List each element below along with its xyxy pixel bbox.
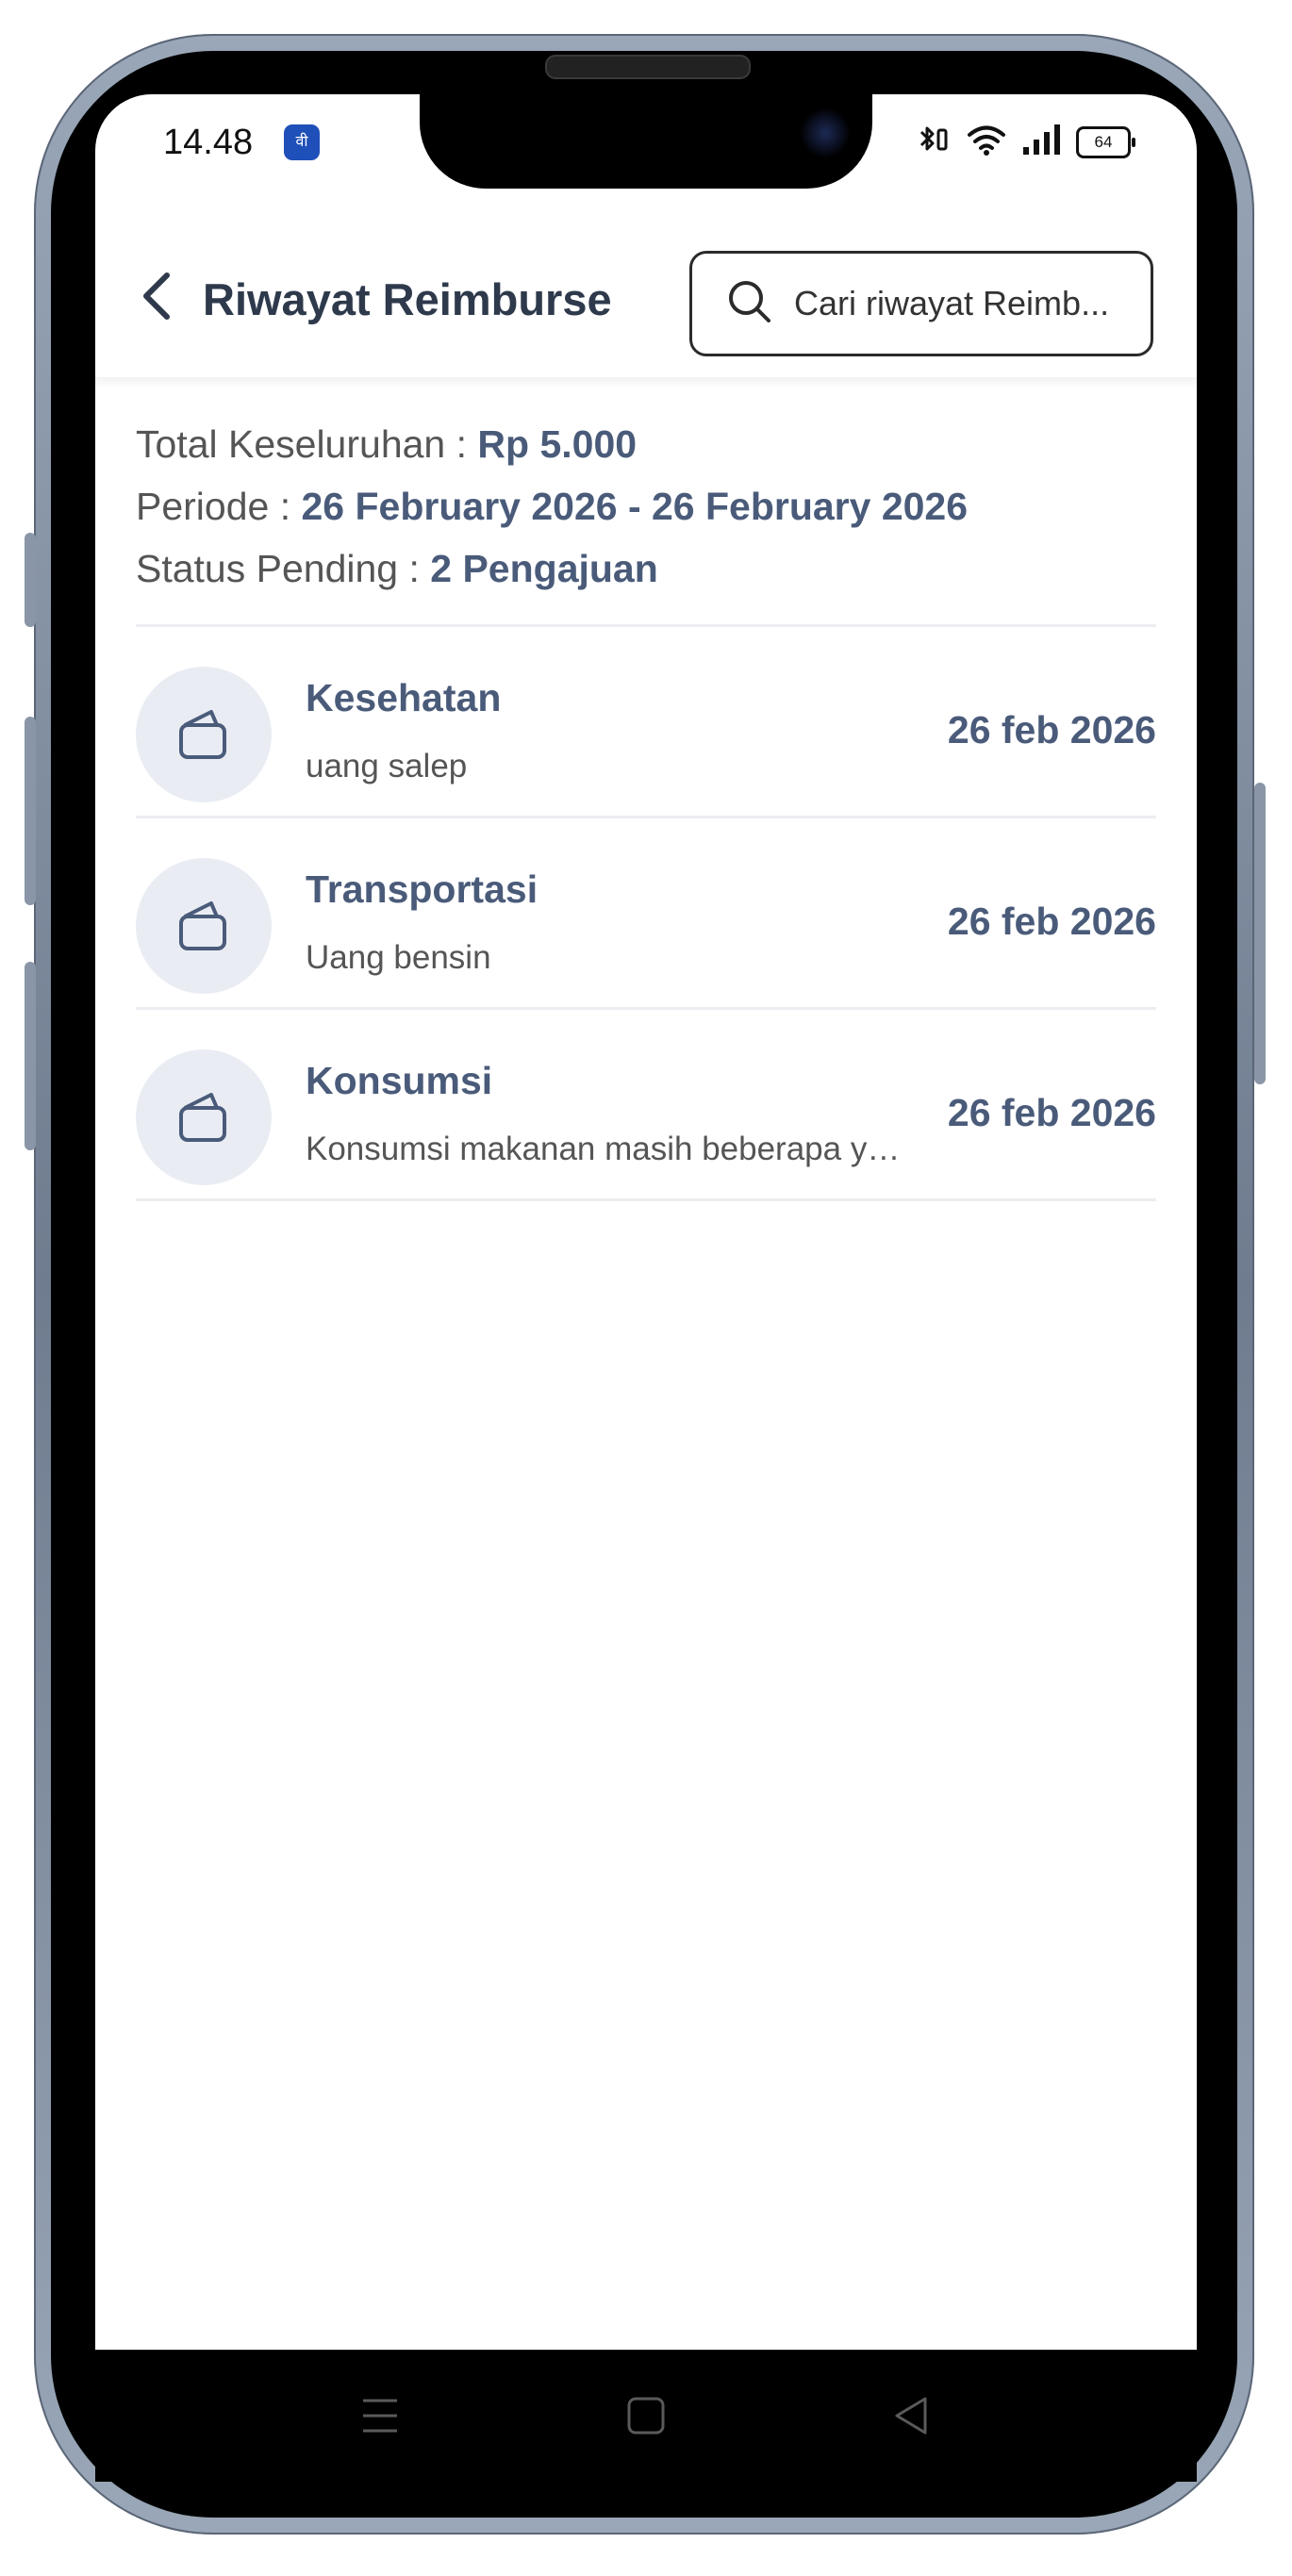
summary-total-label: Total Keseluruhan :: [136, 422, 478, 466]
wallet-icon: [179, 1093, 226, 1142]
list-item[interactable]: Kesehatan uang salep 26 feb 2026: [136, 627, 1156, 816]
side-button-volume-down: [25, 962, 36, 1150]
category-icon-circle: [136, 1049, 272, 1185]
item-description: Uang bensin: [306, 939, 491, 976]
signal-icon: [1021, 123, 1061, 161]
header-shadow: [95, 377, 1197, 388]
search-icon: [726, 278, 773, 330]
item-title: Transportasi: [306, 867, 538, 911]
side-button-mute: [25, 533, 36, 627]
list-item[interactable]: Konsumsi Konsumsi makanan masih beberapa…: [136, 1010, 1156, 1198]
summary-section: Total Keseluruhan : Rp 5.000 Periode : 2…: [136, 413, 968, 600]
summary-pending-value: 2 Pengajuan: [430, 547, 658, 590]
app-header: Riwayat Reimburse: [95, 226, 1197, 377]
summary-period-label: Periode :: [136, 485, 302, 528]
side-button-power: [1254, 783, 1266, 1084]
wallet-icon: [179, 710, 226, 759]
nav-back-button[interactable]: [884, 2387, 940, 2444]
item-date: 26 feb 2026: [947, 900, 1156, 943]
wallet-icon: [179, 901, 226, 950]
notification-app-icon: वी: [284, 124, 320, 160]
nav-menu-button[interactable]: [352, 2387, 408, 2444]
item-description: Konsumsi makanan masih beberapa y…: [306, 1131, 901, 1167]
summary-pending-label: Status Pending :: [136, 547, 431, 590]
nav-home-button[interactable]: [618, 2387, 674, 2444]
search-box[interactable]: [689, 251, 1153, 356]
chevron-left-icon: [143, 272, 170, 320]
page-title: Riwayat Reimburse: [203, 274, 612, 324]
item-title: Konsumsi: [306, 1059, 493, 1102]
search-input[interactable]: [792, 283, 1135, 324]
wifi-icon: [967, 123, 1006, 161]
item-date: 26 feb 2026: [947, 1091, 1156, 1134]
back-button[interactable]: [133, 268, 186, 324]
bluetooth-icon: [916, 123, 952, 161]
status-time: 14.48: [163, 123, 254, 162]
item-description: uang salep: [306, 748, 468, 784]
side-button-volume-up: [25, 717, 36, 905]
summary-pending: Status Pending : 2 Pengajuan: [136, 537, 968, 600]
menu-icon: [363, 2399, 397, 2433]
item-date: 26 feb 2026: [947, 708, 1156, 751]
summary-total-value: Rp 5.000: [477, 422, 638, 466]
battery-icon: 64: [1076, 125, 1135, 158]
home-square-icon: [627, 2397, 665, 2435]
list-item[interactable]: Transportasi Uang bensin 26 feb 2026: [136, 818, 1156, 1007]
app-screen: 14.48 वी 64 Riwayat Reimburse Cari riway…: [95, 94, 1197, 2350]
camera-notch: [420, 94, 872, 189]
summary-period: Periode : 26 February 2026 - 26 February…: [136, 475, 968, 537]
earpiece-speaker: [545, 55, 751, 79]
summary-total: Total Keseluruhan : Rp 5.000: [136, 413, 968, 475]
category-icon-circle: [136, 858, 272, 994]
category-icon-circle: [136, 667, 272, 802]
summary-period-value: 26 February 2026 - 26 February 2026: [301, 485, 969, 528]
item-title: Kesehatan: [306, 676, 502, 719]
back-triangle-icon: [895, 2397, 927, 2435]
divider: [136, 1198, 1156, 1201]
system-navigation-bar: [95, 2350, 1197, 2482]
status-icons: 64: [916, 123, 1135, 161]
front-camera: [800, 107, 851, 158]
